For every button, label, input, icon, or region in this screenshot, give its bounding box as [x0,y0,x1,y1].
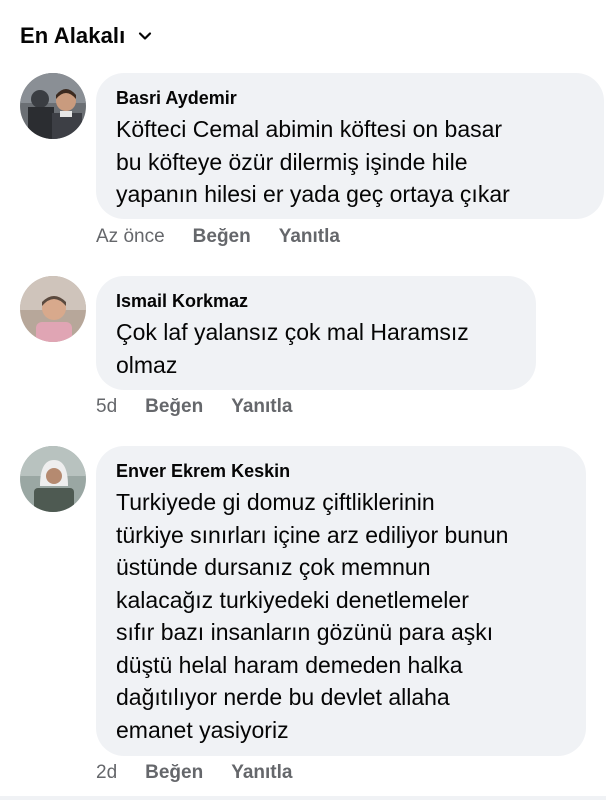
comment-bubble: Enver Ekrem Keskin Turkiyede gi domuz çi… [96,446,586,756]
comment-text: Köfteci Cemal abimin köftesi on basar bu… [116,116,510,207]
comment-bubble: Basri Aydemir Köfteci Cemal abimin köfte… [96,73,604,219]
comment-author[interactable]: Ismail Korkmaz [116,290,516,312]
comment-actions: 5d Beğen Yanıtla [96,396,320,418]
like-button[interactable]: Beğen [145,762,203,784]
chevron-down-icon [137,28,153,44]
reply-button[interactable]: Yanıtla [231,762,292,784]
avatar[interactable] [20,276,86,342]
comment-actions: Az önce Beğen Yanıtla [96,226,368,248]
comment-timestamp[interactable]: 2d [96,762,117,784]
avatar[interactable] [20,73,86,139]
comment-timestamp[interactable]: Az önce [96,226,165,248]
comment-author[interactable]: Enver Ekrem Keskin [116,460,566,482]
like-button[interactable]: Beğen [145,396,203,418]
divider [0,796,606,800]
comment-actions: 2d Beğen Yanıtla [96,762,320,784]
like-button[interactable]: Beğen [193,226,251,248]
sort-dropdown[interactable]: En Alakalı [20,18,153,54]
comment-author[interactable]: Basri Aydemir [116,87,584,109]
comment-text: Çok laf yalansız çok mal Haramsız olmaz [116,319,469,378]
avatar[interactable] [20,446,86,512]
reply-button[interactable]: Yanıtla [231,396,292,418]
comment-bubble: Ismail Korkmaz Çok laf yalansız çok mal … [96,276,536,390]
comment-timestamp[interactable]: 5d [96,396,117,418]
sort-label: En Alakalı [20,23,126,48]
comment-text: Turkiyede gi domuz çiftliklerinin türkiy… [116,489,509,743]
reply-button[interactable]: Yanıtla [279,226,340,248]
